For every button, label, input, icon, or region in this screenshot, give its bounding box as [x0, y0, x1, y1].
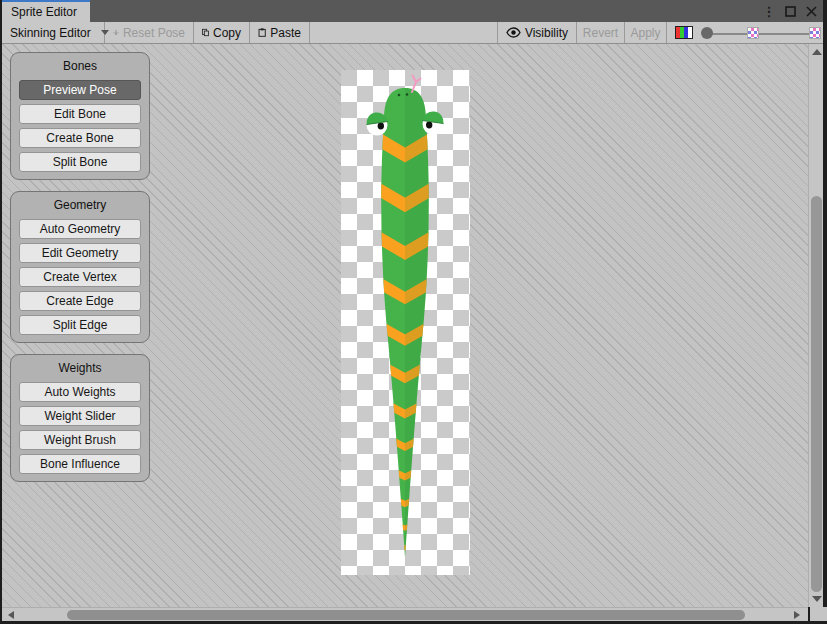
scrollbar-corner — [810, 607, 827, 621]
panel-title: Geometry — [19, 197, 141, 219]
sprite-editor-window: Sprite Editor ⋮ Skinning Editor Reset Po… — [0, 0, 827, 624]
opacity-slider[interactable] — [701, 22, 823, 43]
paste-label: Paste — [270, 26, 301, 40]
sprite-canvas[interactable] — [341, 70, 470, 575]
scroll-down-icon[interactable] — [812, 596, 822, 602]
panel-buttons: Auto Geometry Edit Geometry Create Vertex C… — [19, 219, 141, 335]
create-bone-button[interactable]: Create Bone — [19, 128, 141, 148]
create-edge-button[interactable]: Create Edge — [19, 291, 141, 311]
toolbar: Skinning Editor Reset Pose Copy — [2, 22, 823, 44]
vertical-scroll-thumb[interactable] — [811, 196, 822, 592]
snake-pupil — [378, 123, 384, 130]
edit-bone-button[interactable]: Edit Bone — [19, 104, 141, 124]
visibility-label: Visibility — [525, 26, 568, 40]
horizontal-scroll-thumb[interactable] — [67, 610, 745, 620]
create-vertex-button[interactable]: Create Vertex — [19, 267, 141, 287]
revert-button[interactable]: Revert — [577, 22, 625, 43]
auto-geometry-button[interactable]: Auto Geometry — [19, 219, 141, 239]
vertical-scrollbar[interactable] — [808, 44, 823, 607]
window-controls: ⋮ — [762, 0, 823, 22]
scroll-up-icon[interactable] — [812, 49, 822, 55]
panel-bones: BonesPreview Pose Edit Bone Create Bone Spl… — [10, 52, 150, 180]
tab-bar: Sprite Editor ⋮ — [2, 0, 823, 22]
toolbar-spacer — [310, 22, 497, 43]
maximize-icon[interactable] — [783, 4, 797, 18]
panel-title: Weights — [19, 360, 141, 382]
panel-buttons: Auto Weights Weight Slider Weight Brush Bon… — [19, 382, 141, 474]
scroll-right-icon[interactable] — [794, 611, 800, 619]
editor-canvas-area[interactable]: BonesPreview Pose Edit Bone Create Bone Spl… — [2, 44, 823, 607]
sprite-swatch-section — [667, 22, 701, 43]
skinning-editor-dropdown[interactable]: Skinning Editor — [2, 22, 105, 43]
paste-button[interactable]: Paste — [250, 22, 310, 43]
slider-track[interactable] — [705, 33, 820, 35]
split-edge-button[interactable]: Split Edge — [19, 315, 141, 335]
snake-nostril — [406, 93, 409, 96]
panel-weights: WeightsAuto Weights Weight Slider Weight B… — [10, 354, 150, 482]
tab-sprite-editor[interactable]: Sprite Editor — [2, 0, 90, 22]
weight-brush-button[interactable]: Weight Brush — [19, 430, 141, 450]
tool-panels: BonesPreview Pose Edit Bone Create Bone Spl… — [10, 52, 150, 482]
snake-shading — [405, 70, 470, 575]
reset-pose-label: Reset Pose — [123, 26, 185, 40]
split-bone-button[interactable]: Split Bone — [19, 152, 141, 172]
preview-pose-button[interactable]: Preview Pose — [19, 80, 141, 100]
bone-influence-button[interactable]: Bone Influence — [19, 454, 141, 474]
panel-title: Bones — [19, 58, 141, 80]
copy-icon — [202, 26, 209, 39]
panel-geometry: GeometryAuto Geometry Edit Geometry Create… — [10, 191, 150, 343]
slider-checker-end-icon — [809, 27, 821, 39]
tab-title: Sprite Editor — [11, 5, 77, 19]
snake-pupil — [426, 122, 432, 129]
edit-geometry-button[interactable]: Edit Geometry — [19, 243, 141, 263]
slider-checker-mid-icon — [747, 27, 759, 39]
close-icon[interactable] — [804, 4, 818, 18]
visibility-button[interactable]: Visibility — [497, 22, 577, 43]
snake-tongue — [412, 76, 421, 93]
reset-pose-button[interactable]: Reset Pose — [105, 22, 194, 43]
paste-icon — [258, 26, 266, 39]
skinning-editor-label: Skinning Editor — [10, 26, 91, 40]
auto-weights-button[interactable]: Auto Weights — [19, 382, 141, 402]
menu-icon[interactable]: ⋮ — [762, 4, 776, 18]
weight-slider-button[interactable]: Weight Slider — [19, 406, 141, 426]
eye-icon — [506, 27, 521, 38]
horizontal-scrollbar[interactable] — [2, 607, 808, 621]
copy-label: Copy — [213, 26, 241, 40]
slider-handle[interactable] — [701, 27, 713, 39]
scroll-left-icon[interactable] — [8, 611, 14, 619]
color-swatch-button[interactable] — [675, 26, 693, 39]
snake-nostril — [398, 94, 401, 97]
reset-pose-icon — [113, 26, 119, 39]
panel-buttons: Preview Pose Edit Bone Create Bone Split Bo… — [19, 80, 141, 172]
apply-label: Apply — [630, 26, 660, 40]
copy-button[interactable]: Copy — [194, 22, 250, 43]
apply-button[interactable]: Apply — [625, 22, 667, 43]
snake-sprite — [341, 70, 470, 575]
revert-label: Revert — [583, 26, 618, 40]
